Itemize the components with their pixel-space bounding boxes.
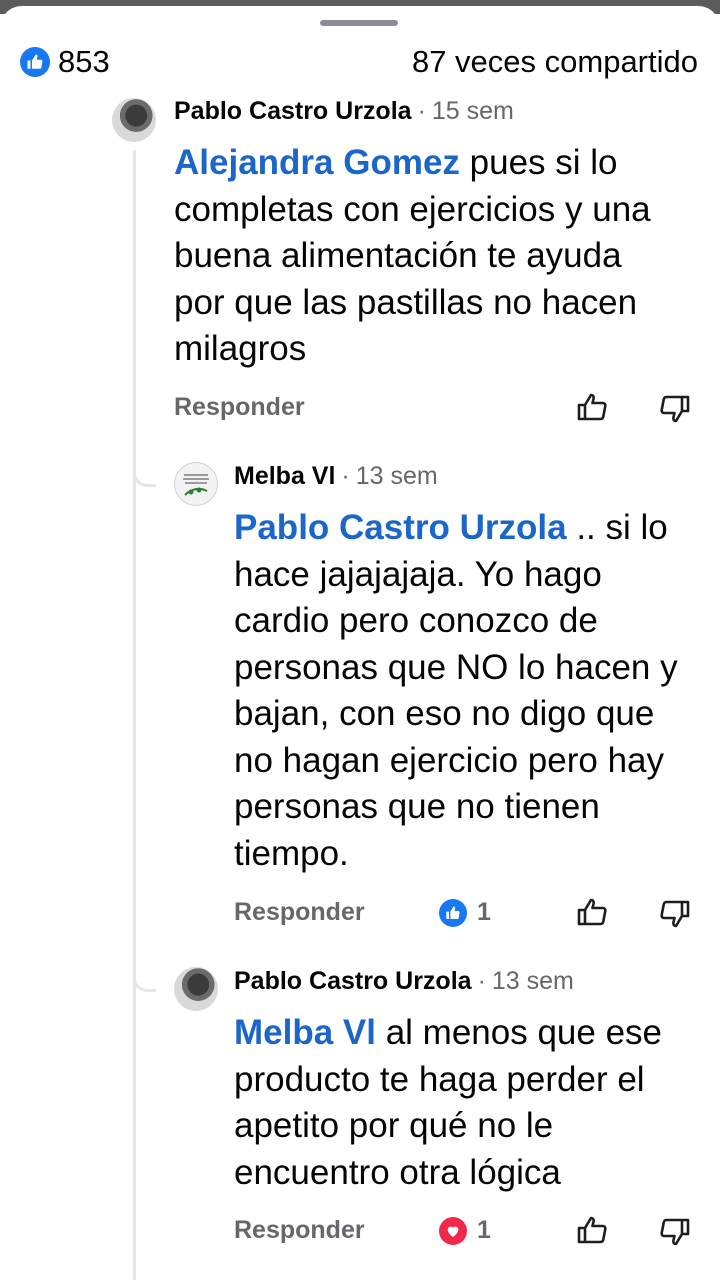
reaction-summary[interactable]: 1 <box>439 898 491 927</box>
comment-line: completas con ejercicios y una <box>174 189 651 229</box>
mention-link[interactable]: Melba Vl <box>234 1013 376 1052</box>
shares-count[interactable]: 87 veces compartido <box>412 44 698 80</box>
downvote-icon[interactable] <box>659 1216 691 1248</box>
comment-line: milagros <box>174 329 307 368</box>
reaction-summary[interactable]: 853 <box>20 44 110 80</box>
comment-line: Melba Vl al menos que ese <box>234 1013 663 1052</box>
heart-icon <box>439 1216 467 1245</box>
comment-time[interactable]: 13 sem <box>492 967 574 996</box>
avatar[interactable] <box>174 967 218 1011</box>
like-icon <box>20 47 50 77</box>
comment-text: Pablo Castro Urzola .. si lo hace jajaja… <box>234 505 678 877</box>
comment-line: producto te haga perder el <box>234 1059 645 1099</box>
comment-line: Alejandra Gomez pues si lo <box>174 143 618 182</box>
reaction-summary[interactable]: 1 <box>439 1216 491 1245</box>
comment-time[interactable]: 15 sem <box>432 97 514 126</box>
upvote-icon[interactable] <box>576 391 608 423</box>
author-name[interactable]: Pablo Castro Urzola <box>234 967 472 996</box>
author-name[interactable]: Pablo Castro Urzola <box>174 97 412 126</box>
comment-line: por que las pastillas no hacen <box>174 282 638 322</box>
comment-text: Alejandra Gomez pues si lo completas con… <box>174 140 651 373</box>
comment-line: personas que NO lo hacen y <box>234 647 678 687</box>
likes-count: 853 <box>58 44 110 79</box>
thread-line <box>133 150 136 1280</box>
comment-line: personas que no tienen <box>234 787 600 826</box>
comment-line: Pablo Castro Urzola .. si lo <box>234 508 668 547</box>
time-separator: · <box>417 97 426 125</box>
avatar[interactable] <box>112 98 156 142</box>
comment-line: cardio pero conozco de <box>234 601 598 640</box>
mention-link[interactable]: Alejandra Gomez <box>174 143 460 182</box>
like-icon <box>439 898 467 927</box>
comment-time[interactable]: 13 sem <box>356 462 438 491</box>
reaction-count: 1 <box>477 1216 491 1244</box>
mention-link[interactable]: Pablo Castro Urzola <box>234 508 567 547</box>
downvote-icon[interactable] <box>659 898 691 930</box>
comment-line: no hagan ejercicio pero hay <box>234 740 665 780</box>
author-name[interactable]: Melba Vl <box>234 462 335 491</box>
time-separator: · <box>341 462 350 490</box>
comment-header: Melba Vl · 13 sem <box>234 462 438 491</box>
upvote-icon[interactable] <box>576 1214 608 1246</box>
upvote-icon[interactable] <box>576 896 608 928</box>
comment-line: buena alimentación te ayuda <box>174 236 622 275</box>
downvote-icon[interactable] <box>659 393 691 425</box>
reply-button[interactable]: Responder <box>174 393 305 422</box>
comment-text: Melba Vl al menos que ese producto te ha… <box>234 1010 662 1196</box>
comment-header: Pablo Castro Urzola · 15 sem <box>174 97 514 126</box>
time-separator: · <box>477 967 486 995</box>
comment-line: tiempo. <box>234 833 349 873</box>
comment-line: encuentro otra lógica <box>234 1152 561 1192</box>
comment-line: hace jajajajaja. Yo hago <box>234 554 602 594</box>
drag-handle[interactable] <box>320 20 398 26</box>
comment-line: apetito por qué no le <box>234 1106 554 1145</box>
reply-button[interactable]: Responder <box>234 1216 365 1245</box>
comment-line: bajan, con eso no digo que <box>234 694 655 733</box>
reaction-count: 1 <box>477 898 491 926</box>
avatar[interactable] <box>174 462 218 506</box>
reply-button[interactable]: Responder <box>234 898 365 927</box>
comment-header: Pablo Castro Urzola · 13 sem <box>234 967 574 996</box>
